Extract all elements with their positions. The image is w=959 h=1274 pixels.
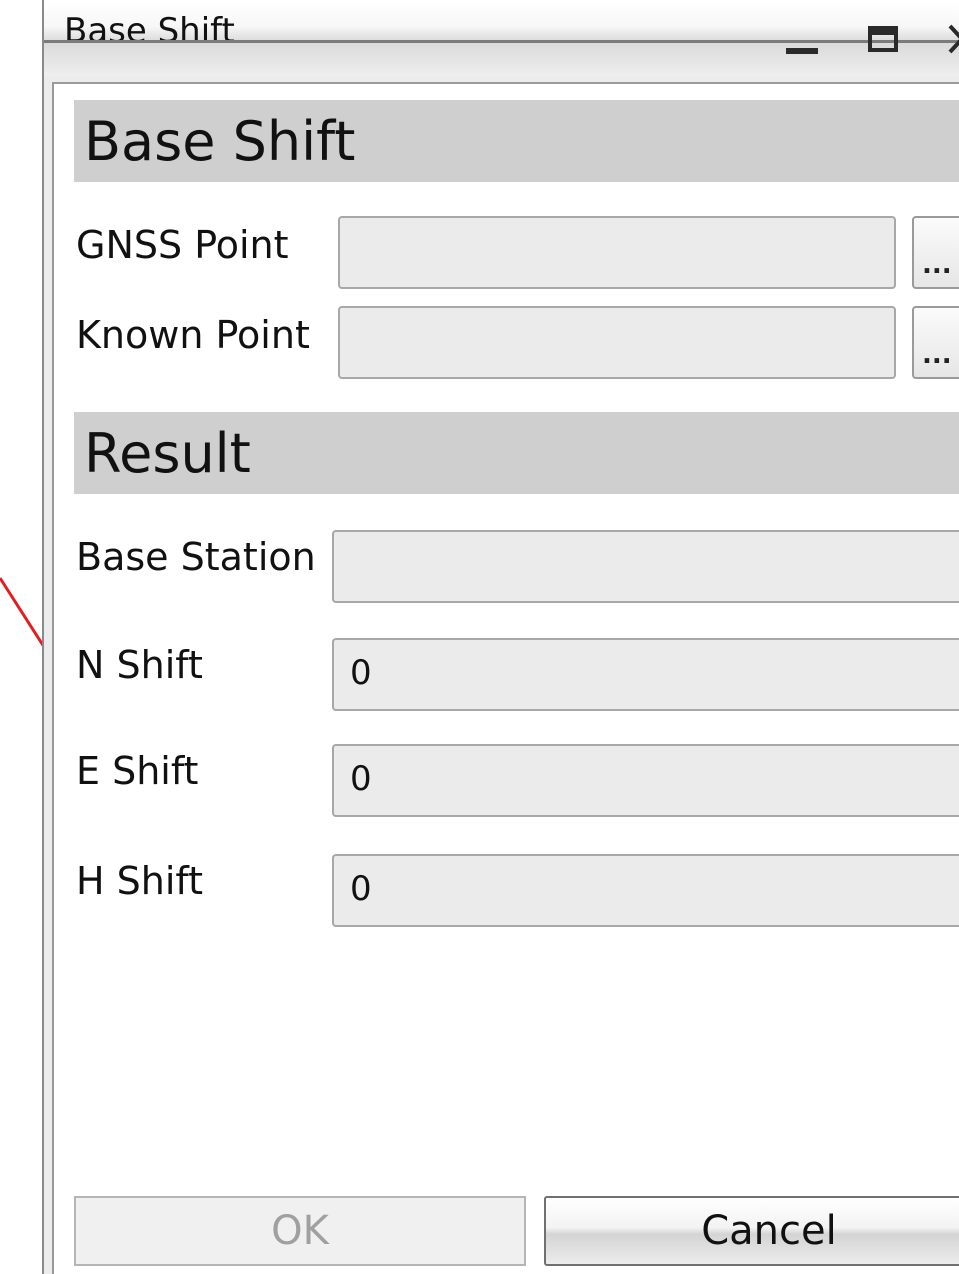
title-bar[interactable]: Base Shift xyxy=(44,0,959,76)
ok-button[interactable]: OK xyxy=(74,1196,526,1266)
cancel-button[interactable]: Cancel xyxy=(544,1196,959,1266)
known-point-input[interactable] xyxy=(338,306,896,379)
close-icon[interactable] xyxy=(934,18,959,58)
e-shift-label: E Shift xyxy=(76,749,199,793)
known-point-label: Known Point xyxy=(76,313,310,357)
base-shift-section-title: Base Shift xyxy=(84,110,356,173)
base-shift-window: Base Shift Base Shift GNSS Point ... Kno… xyxy=(42,0,959,1274)
minimize-icon[interactable] xyxy=(784,18,824,58)
e-shift-input[interactable]: 0 xyxy=(332,744,959,817)
gnss-point-label: GNSS Point xyxy=(76,223,289,267)
dialog-body: Base Shift GNSS Point ... Known Point ..… xyxy=(52,82,959,1274)
gnss-point-input[interactable] xyxy=(338,216,896,289)
base-shift-section-header: Base Shift xyxy=(74,100,959,182)
h-shift-label: H Shift xyxy=(76,859,204,903)
maximize-icon[interactable] xyxy=(864,18,904,58)
screenshot-stage: Base Shift Base Shift GNSS Point ... Kno… xyxy=(0,0,959,1274)
h-shift-input[interactable]: 0 xyxy=(332,854,959,927)
n-shift-input[interactable]: 0 xyxy=(332,638,959,711)
gnss-point-browse-button[interactable]: ... xyxy=(912,216,959,289)
n-shift-label: N Shift xyxy=(76,643,203,687)
result-section-title: Result xyxy=(84,422,251,485)
result-section-header: Result xyxy=(74,412,959,494)
base-station-label: Base Station xyxy=(76,535,316,579)
known-point-browse-button[interactable]: ... xyxy=(912,306,959,379)
base-station-input[interactable] xyxy=(332,530,959,603)
